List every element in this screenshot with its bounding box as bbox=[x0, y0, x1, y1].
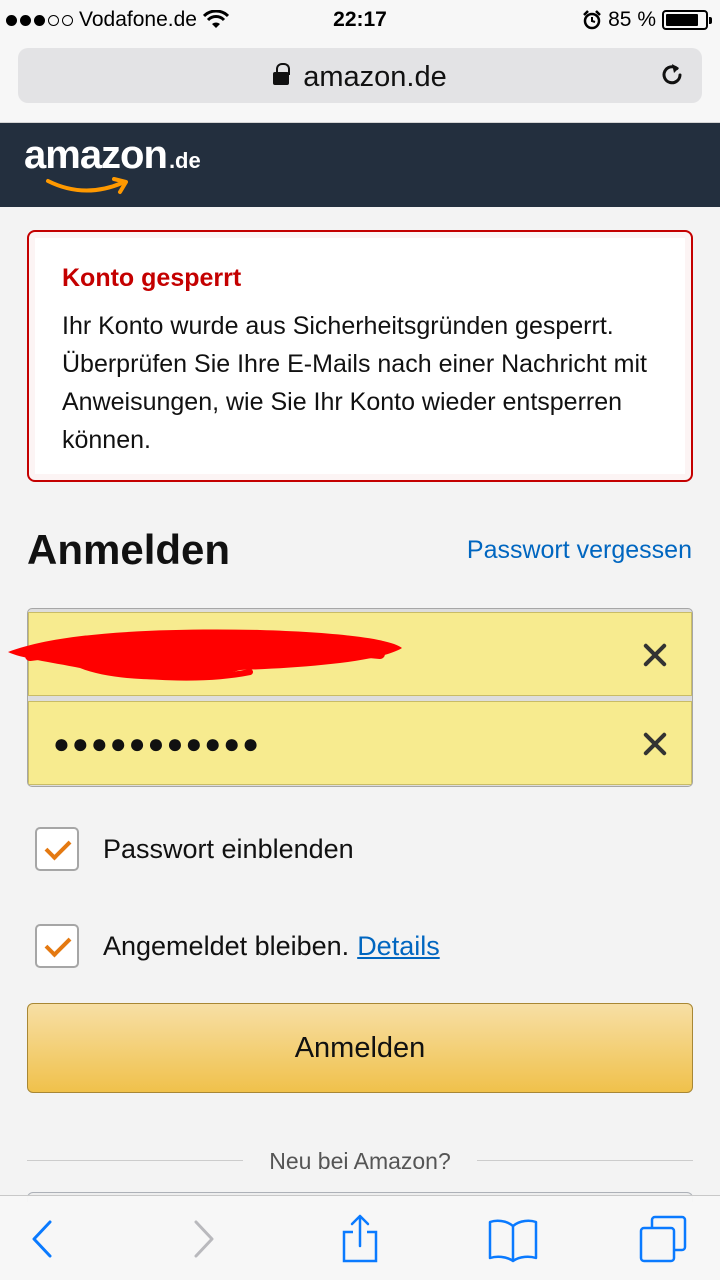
site-header: amazon.de bbox=[0, 123, 720, 207]
forward-icon[interactable] bbox=[178, 1214, 228, 1264]
lock-icon bbox=[273, 63, 291, 85]
page-title: Anmelden bbox=[27, 526, 231, 573]
clear-email-icon[interactable] bbox=[641, 641, 669, 669]
battery-percent: 85 % bbox=[608, 8, 656, 31]
battery-level bbox=[666, 14, 699, 26]
alert-message: Ihr Konto wurde aus Sicherheitsgründen g… bbox=[62, 312, 647, 454]
browser-toolbar bbox=[0, 1195, 720, 1280]
logo-wordmark: amazon bbox=[24, 133, 168, 177]
alert-title: Konto gesperrt bbox=[62, 264, 242, 292]
status-right: 85 % bbox=[582, 8, 712, 32]
clear-password-icon[interactable] bbox=[641, 730, 669, 758]
share-icon[interactable] bbox=[335, 1214, 385, 1264]
divider-line-right bbox=[477, 1160, 693, 1161]
stay-signed-in-checkbox[interactable] bbox=[35, 924, 79, 968]
alarm-icon bbox=[583, 10, 602, 30]
stay-signed-in-row[interactable]: Angemeldet bleiben. Details bbox=[35, 924, 440, 968]
show-password-row[interactable]: Passwort einblenden bbox=[35, 827, 354, 871]
show-password-checkbox[interactable] bbox=[35, 827, 79, 871]
new-customer-text: Neu bei Amazon? bbox=[269, 1148, 451, 1174]
browser-chrome: amazon.de bbox=[0, 40, 720, 123]
back-icon[interactable] bbox=[20, 1214, 70, 1264]
tabs-icon[interactable] bbox=[638, 1214, 688, 1264]
address-bar[interactable]: amazon.de bbox=[18, 48, 702, 103]
amazon-logo[interactable]: amazon.de bbox=[24, 133, 201, 194]
password-field[interactable]: ●●●●●●●●●●● bbox=[28, 701, 692, 785]
bookmarks-icon[interactable] bbox=[488, 1214, 538, 1264]
account-locked-alert: Konto gesperrt Ihr Konto wurde aus Siche… bbox=[27, 230, 693, 482]
signin-button[interactable]: Anmelden bbox=[27, 1003, 693, 1093]
reload-icon[interactable] bbox=[658, 61, 686, 89]
address-text: amazon.de bbox=[303, 61, 447, 93]
smile-arrow-icon bbox=[46, 177, 128, 194]
show-password-label: Passwort einblenden bbox=[103, 833, 354, 864]
address-text-wrap: amazon.de bbox=[18, 61, 702, 94]
password-value: ●●●●●●●●●●● bbox=[53, 728, 262, 759]
forgot-password-link[interactable]: Passwort vergessen bbox=[467, 536, 692, 565]
status-bar: Vodafone.de 22:17 85 % bbox=[0, 0, 720, 40]
redaction-scribble bbox=[8, 629, 402, 681]
logo-tld: .de bbox=[168, 148, 201, 173]
new-customer-divider: Neu bei Amazon? bbox=[27, 1148, 693, 1174]
details-link[interactable]: Details bbox=[357, 931, 440, 962]
stay-signed-in-label: Angemeldet bleiben. bbox=[103, 930, 350, 961]
battery-icon bbox=[662, 10, 712, 30]
